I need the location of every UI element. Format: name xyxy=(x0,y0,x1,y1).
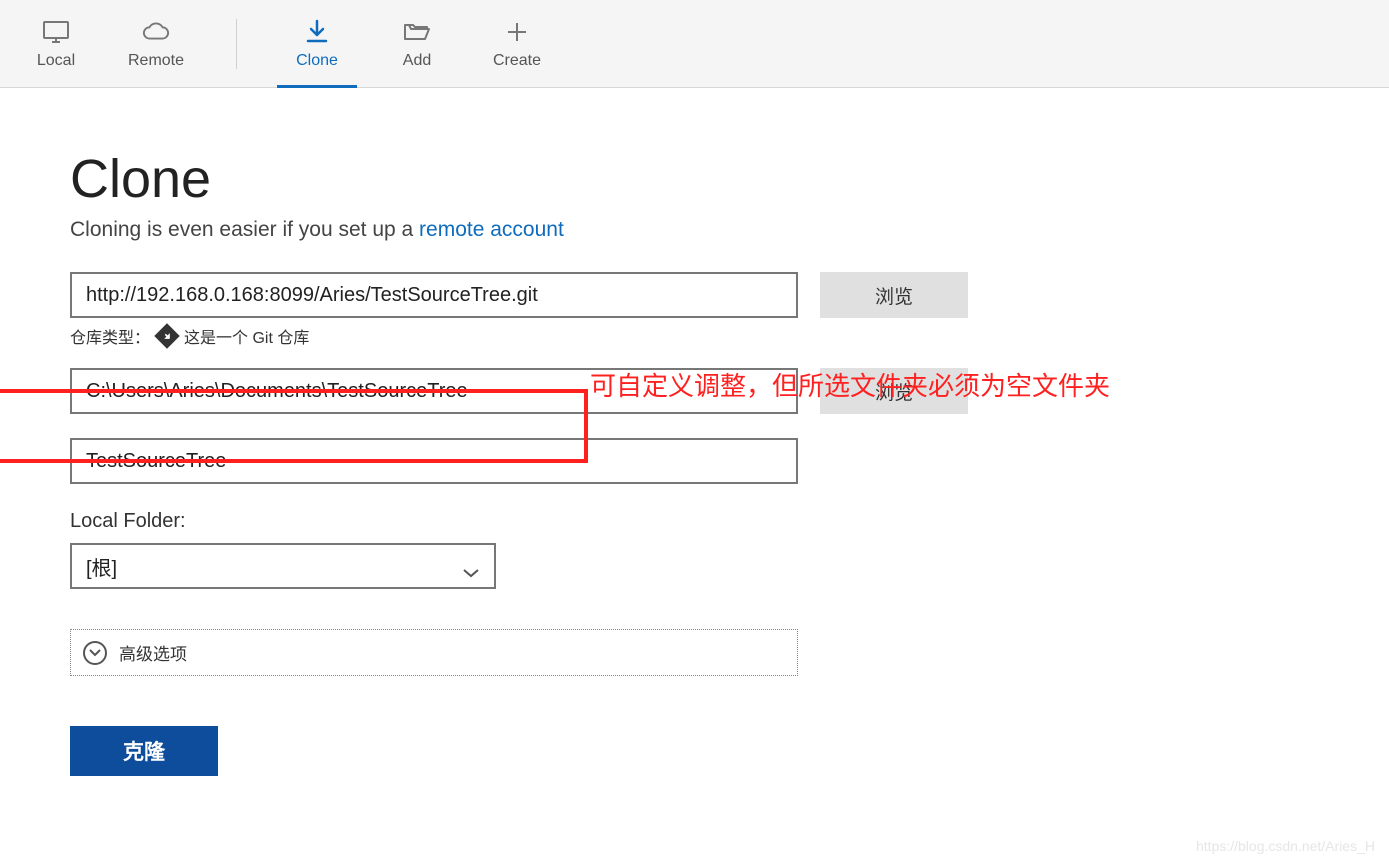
repo-type-value: 这是一个 Git 仓库 xyxy=(184,324,309,348)
plus-icon xyxy=(503,18,531,46)
page-title: Clone xyxy=(70,148,1389,210)
advanced-options-toggle[interactable]: 高级选项 xyxy=(70,629,798,676)
browse-source-button[interactable]: 浏览 xyxy=(820,272,968,318)
monitor-icon xyxy=(42,18,70,46)
tab-add[interactable]: Add xyxy=(367,0,467,88)
tab-clone[interactable]: Clone xyxy=(267,0,367,88)
local-folder-value: [根] xyxy=(86,552,117,581)
page-subtitle: Cloning is even easier if you set up a r… xyxy=(70,218,1389,242)
tab-label: Create xyxy=(493,52,541,70)
annotation-text: 可自定义调整，但所选文件夹必须为空文件夹 xyxy=(590,366,1110,403)
tab-label: Clone xyxy=(296,52,338,70)
local-folder-label: Local Folder: xyxy=(70,510,1389,533)
tab-label: Add xyxy=(403,52,431,70)
local-folder-select[interactable]: [根] xyxy=(70,543,496,589)
tab-create[interactable]: Create xyxy=(467,0,567,88)
tab-label: Remote xyxy=(128,52,184,70)
toolbar: Local Remote Clone Add Create xyxy=(0,0,1389,88)
toolbar-divider xyxy=(236,19,237,69)
chevron-down-circle-icon xyxy=(83,641,107,665)
repo-type-label: 仓库类型： xyxy=(70,324,150,348)
download-icon xyxy=(303,18,331,46)
repo-type-row: 仓库类型： 这是一个 Git 仓库 xyxy=(70,324,1389,348)
folder-open-icon xyxy=(403,18,431,46)
source-url-input[interactable] xyxy=(70,272,798,318)
advanced-label: 高级选项 xyxy=(119,640,187,665)
remote-account-link[interactable]: remote account xyxy=(419,218,564,241)
tab-local[interactable]: Local xyxy=(6,0,106,88)
main-content: Clone Cloning is even easier if you set … xyxy=(0,88,1389,776)
name-input[interactable] xyxy=(70,438,798,484)
cloud-icon xyxy=(142,18,170,46)
tab-remote[interactable]: Remote xyxy=(106,0,206,88)
git-icon xyxy=(154,323,179,348)
clone-button[interactable]: 克隆 xyxy=(70,726,218,776)
tab-label: Local xyxy=(37,52,75,70)
watermark: https://blog.csdn.net/Aries_H xyxy=(1196,838,1375,854)
chevron-down-icon xyxy=(462,561,480,571)
